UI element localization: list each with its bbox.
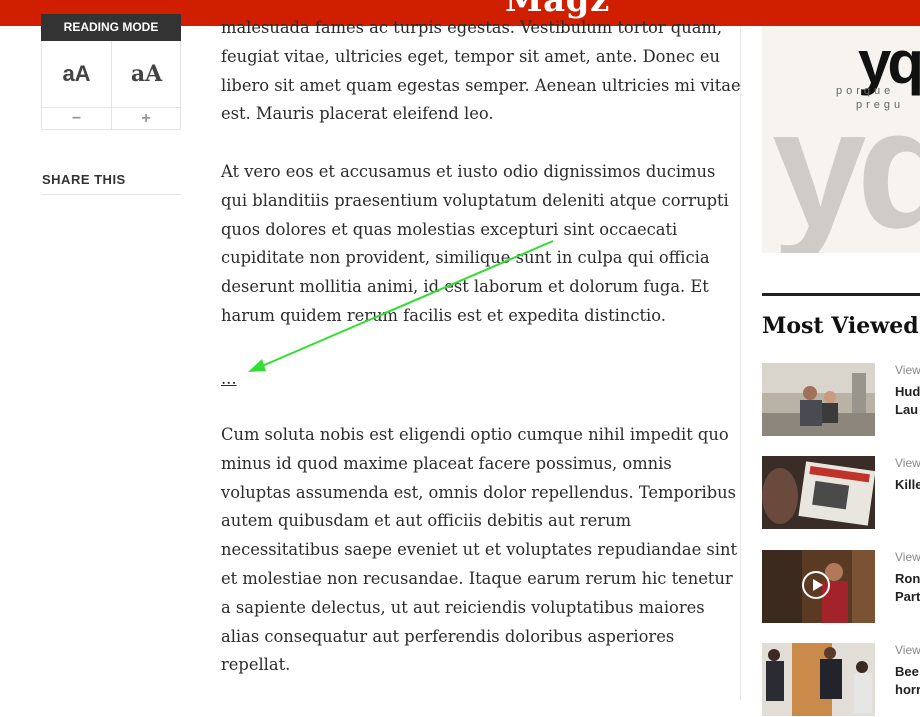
text-line: et molestiae non recusandae. Itaque earu… <box>221 568 733 588</box>
column-divider <box>740 26 741 700</box>
article-paragraph-3: Cum soluta nobis est eligendi optio cumq… <box>221 421 737 680</box>
text-line: alias consequatur aut perferendis dolori… <box>221 626 675 646</box>
most-viewed-item[interactable]: View Kille <box>762 456 920 530</box>
play-icon[interactable] <box>802 571 830 599</box>
most-viewed-heading: Most Viewed <box>762 313 919 339</box>
ad-watermark: yq <box>772 74 920 253</box>
text-line: est. Mauris placerat eleifend leo. <box>221 104 494 124</box>
thumbnail-image[interactable] <box>762 550 875 623</box>
increase-font-button[interactable]: + <box>111 107 180 129</box>
article-headline-link[interactable]: Kille <box>895 476 920 494</box>
text-line: malesuada fames ac turpis egestas. Vesti… <box>221 18 723 37</box>
text-line: necessitatibus saepe eveniet ut et volup… <box>221 540 737 560</box>
headline-line: horr <box>895 682 920 697</box>
view-count: View <box>895 550 920 564</box>
section-rule <box>762 293 920 296</box>
headline-line: Lau <box>895 402 919 417</box>
text-line: minus id quod maxime placeat facere poss… <box>221 453 672 473</box>
article-headline-link[interactable]: Hud Lau <box>895 383 920 419</box>
headline-line: Hud <box>895 384 920 399</box>
view-count: View <box>895 643 920 657</box>
text-line: autem quibusdam et aut officiis debitis … <box>221 511 632 531</box>
share-this-heading: SHARE THIS <box>42 172 181 195</box>
headline-line: Kille <box>895 477 920 492</box>
text-line: harum quidem rerum facilis est et expedi… <box>221 305 666 325</box>
most-viewed-item[interactable]: View Ron Part <box>762 550 920 624</box>
decrease-font-button[interactable]: − <box>42 107 111 129</box>
text-line: repellat. <box>221 655 291 675</box>
text-line: libero sit amet quam egestas semper. Aen… <box>221 75 741 95</box>
article-paragraph-1: malesuada fames ac turpis egestas. Vesti… <box>221 14 741 129</box>
text-line: At vero eos et accusamus et iusto odio d… <box>221 162 716 181</box>
text-line: deserunt mollitia animi, id est laborum … <box>221 277 709 297</box>
text-line: quos dolores et quas molestias excepturi… <box>221 219 678 239</box>
headline-line: Part <box>895 589 920 604</box>
view-count: View <box>895 456 920 470</box>
reading-mode-title: READING MODE <box>41 14 181 41</box>
reading-mode-widget: READING MODE aA aA − + <box>41 14 181 130</box>
thumbnail-image[interactable] <box>762 643 875 716</box>
thumbnail-image[interactable] <box>762 363 875 436</box>
sans-font-button[interactable]: aA <box>42 41 111 107</box>
thumbnail-image[interactable] <box>762 456 875 529</box>
text-line: feugiat vitae, ultricies eget, tempor si… <box>221 46 721 66</box>
most-viewed-item[interactable]: View Hud Lau <box>762 363 920 437</box>
text-line: a sapiente delectus, ut aut reiciendis v… <box>221 597 705 617</box>
text-line: voluptas assumenda est, omnis dolor repe… <box>221 482 736 502</box>
text-line: qui blanditiis praesentium voluptatum de… <box>221 190 729 210</box>
article-paragraph-2: At vero eos et accusamus et iusto odio d… <box>221 158 729 331</box>
read-more-ellipsis-link[interactable]: ... <box>221 365 237 394</box>
most-viewed-item[interactable]: View Bee horr <box>762 643 920 717</box>
headline-line: Bee <box>895 664 919 679</box>
article-headline-link[interactable]: Bee horr <box>895 663 920 699</box>
headline-line: Ron <box>895 571 920 586</box>
serif-font-button[interactable]: aA <box>111 41 181 107</box>
article-headline-link[interactable]: Ron Part <box>895 570 920 606</box>
view-count: View <box>895 363 920 377</box>
advertisement-banner[interactable]: yq porque pregu yq <box>762 26 920 253</box>
text-line: cupiditate non provident, similique sunt… <box>221 248 710 268</box>
text-line: Cum soluta nobis est eligendi optio cumq… <box>221 425 729 444</box>
